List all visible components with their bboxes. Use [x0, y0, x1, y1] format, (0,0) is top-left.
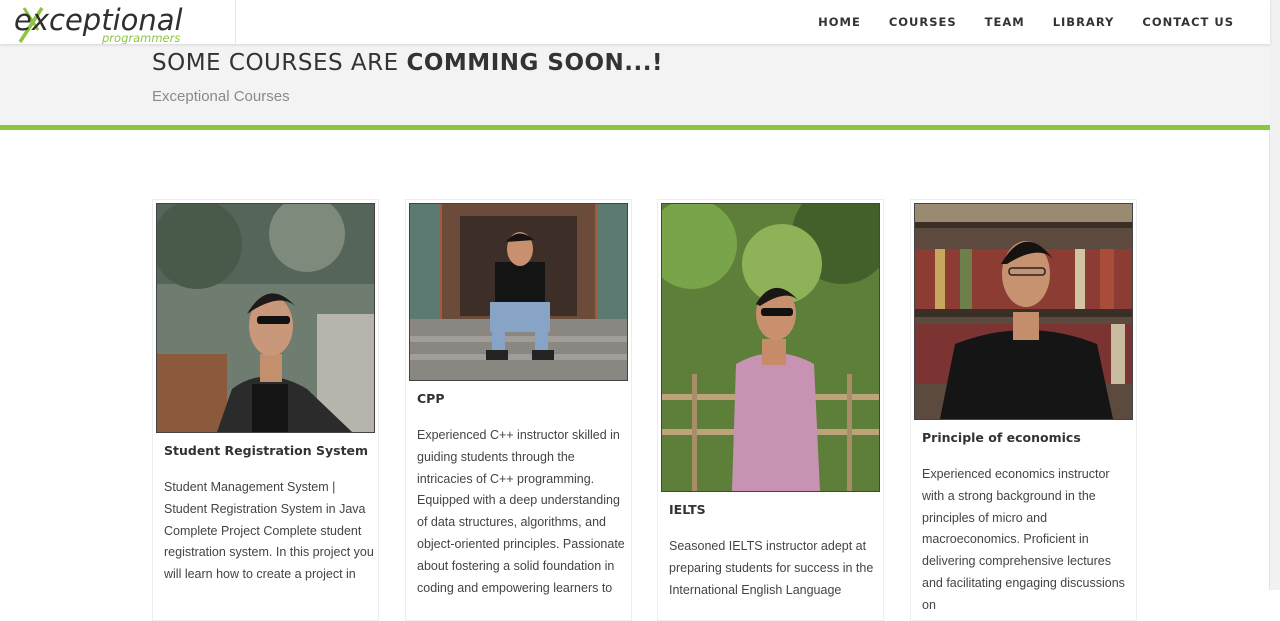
page-title: SOME COURSES ARE COMMING SOON...! — [152, 50, 663, 76]
nav-team[interactable]: TEAM — [985, 15, 1025, 29]
instructor-photo — [661, 203, 880, 492]
nav-courses[interactable]: COURSES — [889, 15, 957, 29]
main-nav: HOME COURSES TEAM LIBRARY CONTACT US — [818, 0, 1234, 44]
course-title[interactable]: IELTS — [669, 502, 706, 517]
nav-home[interactable]: HOME — [818, 15, 861, 29]
logo-sub-text: programmers — [101, 31, 180, 44]
page-title-light: SOME COURSES ARE — [152, 50, 407, 76]
course-description: Student Management System | Student Regi… — [164, 480, 374, 582]
course-card-economics[interactable]: Principle of economics Experienced econo… — [910, 199, 1137, 621]
instructor-photo — [914, 203, 1133, 420]
nav-library[interactable]: LIBRARY — [1053, 15, 1115, 29]
scrollbar[interactable] — [1269, 0, 1280, 590]
course-title[interactable]: CPP — [417, 391, 445, 406]
nav-contact-us[interactable]: CONTACT US — [1142, 15, 1234, 29]
logo-graphic: exceptional programmers — [14, 3, 183, 45]
course-card-cpp[interactable]: CPP Experienced C++ instructor skilled i… — [405, 199, 632, 621]
course-description: Experienced economics instructor with a … — [922, 467, 1125, 612]
course-title[interactable]: Principle of economics — [922, 430, 1081, 445]
navbar: exceptional programmers HOME COURSES TEA… — [0, 0, 1270, 45]
instructor-photo — [156, 203, 375, 433]
course-title[interactable]: Student Registration System — [164, 443, 368, 458]
instructor-photo — [409, 203, 628, 381]
course-description: Seasoned IELTS instructor adept at prepa… — [669, 539, 874, 597]
course-card-ielts[interactable]: IELTS Seasoned IELTS instructor adept at… — [657, 199, 884, 621]
page-subtitle: Exceptional Courses — [152, 88, 290, 105]
site-logo[interactable]: exceptional programmers — [12, 2, 212, 45]
logo-divider — [235, 0, 236, 44]
page-title-bold: COMMING SOON...! — [406, 50, 664, 76]
course-card-student-registration[interactable]: Student Registration System Student Mana… — [152, 199, 379, 621]
course-description: Experienced C++ instructor skilled in gu… — [417, 428, 625, 595]
